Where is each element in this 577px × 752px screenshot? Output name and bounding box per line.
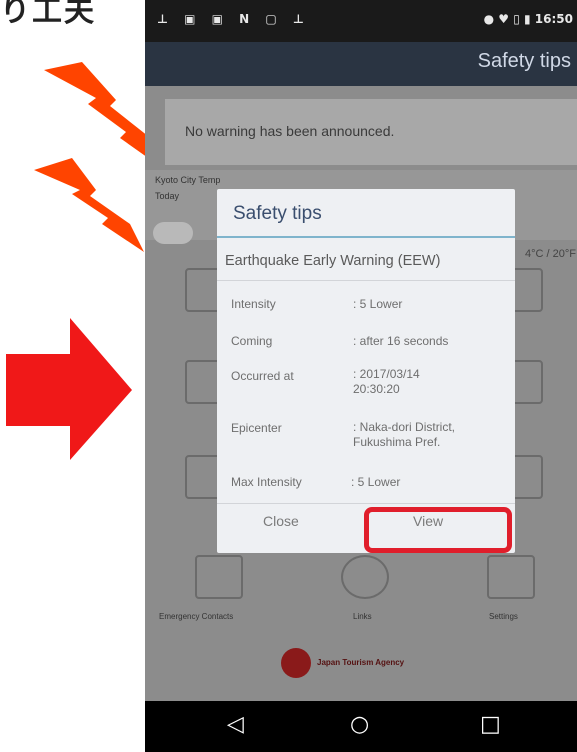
home-button[interactable]: ○ (350, 712, 369, 737)
agency-name: Japan Tourism Agency (317, 658, 405, 667)
banner-text: り工夫 (0, 0, 96, 29)
view-button-highlight (364, 507, 512, 553)
intensity-label: Intensity (231, 297, 276, 311)
safety-tips-dialog: Safety tips Earthquake Early Warning (EE… (217, 189, 515, 553)
dialog-subtitle: Earthquake Early Warning (EEW) (225, 253, 441, 269)
recents-button[interactable]: □ (480, 712, 501, 737)
agency-logo (281, 648, 311, 678)
links-icon[interactable] (341, 555, 389, 599)
status-bar: ⊥ ▣ ▣ N ▢ ⊥ ● ♥ ▯ ▮ 16:50 (145, 0, 577, 42)
occurred-label: Occurred at (231, 369, 294, 383)
dialog-title: Safety tips (233, 203, 322, 224)
status-icons-left: ⊥ ▣ ▣ N ▢ ⊥ (157, 12, 310, 26)
coming-value: : after 16 seconds (353, 334, 449, 348)
lightning-bolt-icon (34, 158, 144, 252)
status-icons-right: ● ♥ ▯ ▮ 16:50 (484, 12, 573, 26)
intensity-value: : 5 Lower (353, 297, 403, 311)
close-button[interactable]: Close (263, 513, 299, 529)
phone-screen: ⊥ ▣ ▣ N ▢ ⊥ ● ♥ ▯ ▮ 16:50 Safety tips No… (145, 0, 577, 752)
cloud-icon (153, 222, 193, 244)
settings-icon[interactable] (487, 555, 535, 599)
weather-temperature: 4°C / 20°F (525, 248, 576, 260)
weather-sublabel: Today (155, 191, 180, 201)
status-icons: ● ♥ ▯ ▮ (483, 12, 531, 26)
divider (217, 503, 515, 504)
arrow-right-icon (6, 318, 132, 460)
max-intensity-value: : 5 Lower (351, 475, 401, 489)
emergency-contacts-icon[interactable] (195, 555, 243, 599)
epicenter-value: : Naka-dori District, Fukushima Pref. (353, 420, 456, 449)
coming-label: Coming (231, 334, 273, 348)
app-bar: Safety tips (145, 42, 577, 86)
menu-label-settings: Settings (489, 612, 518, 621)
epicenter-label: Epicenter (231, 421, 282, 435)
dialog-divider (217, 236, 515, 238)
clock: 16:50 (534, 12, 573, 26)
warning-message: No warning has been announced. (185, 123, 395, 139)
divider (217, 280, 515, 281)
weather-location: Kyoto City Temp (155, 175, 221, 185)
occurred-value: : 2017/03/14 20:30:20 (353, 367, 420, 396)
back-button[interactable]: ◁ (227, 712, 244, 737)
menu-label-emergency: Emergency Contacts (159, 612, 234, 621)
max-intensity-label: Max Intensity (231, 475, 302, 489)
app-title: Safety tips (477, 50, 571, 72)
menu-label-links: Links (353, 612, 372, 621)
